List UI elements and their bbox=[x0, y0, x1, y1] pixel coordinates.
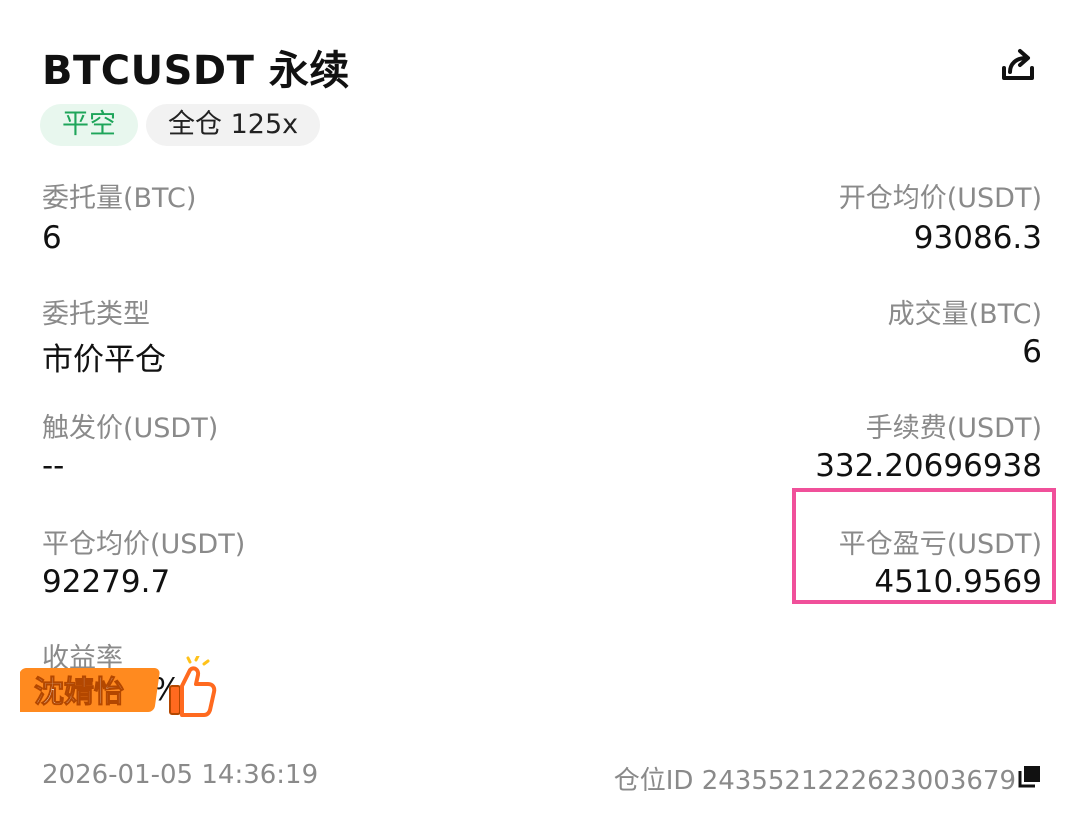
order-detail-card: BTCUSDT 永续 平空 全仓 125x 委托量(BTC) 6 开仓均价(US… bbox=[0, 0, 1084, 834]
side-badge: 平空 bbox=[40, 104, 138, 146]
trigger-price-label: 触发价(USDT) bbox=[42, 413, 219, 444]
order-qty-value: 6 bbox=[42, 220, 62, 256]
order-datetime: 2026-01-05 14:36:19 bbox=[42, 760, 319, 790]
fee-value: 332.20696938 bbox=[815, 448, 1042, 484]
open-avg-price-value: 93086.3 bbox=[913, 220, 1042, 256]
share-icon[interactable] bbox=[996, 44, 1040, 88]
pnl-highlight-box bbox=[792, 488, 1056, 604]
position-id: 仓位ID 2435521222623003679 bbox=[613, 766, 1016, 796]
thumbs-up-icon bbox=[169, 656, 217, 717]
trigger-price-value: -- bbox=[42, 448, 65, 484]
page-title: BTCUSDT 永续 bbox=[42, 48, 350, 94]
sticker-overlay: 沈婧怡 bbox=[20, 656, 217, 717]
close-avg-price-label: 平仓均价(USDT) bbox=[42, 529, 246, 560]
order-type-value: 市价平仓 bbox=[42, 342, 166, 378]
filled-qty-label: 成交量(BTC) bbox=[887, 299, 1042, 330]
order-type-label: 委托类型 bbox=[42, 299, 150, 330]
margin-badge: 全仓 125x bbox=[146, 104, 321, 146]
close-avg-price-value: 92279.7 bbox=[42, 564, 171, 600]
fee-label: 手续费(USDT) bbox=[865, 413, 1042, 444]
copy-icon[interactable] bbox=[1018, 766, 1040, 788]
badge-row: 平空 全仓 125x bbox=[40, 104, 321, 146]
open-avg-price-label: 开仓均价(USDT) bbox=[838, 183, 1042, 214]
filled-qty-value: 6 bbox=[1022, 334, 1042, 370]
order-qty-label: 委托量(BTC) bbox=[42, 183, 197, 214]
sticker-text: 沈婧怡 bbox=[34, 675, 124, 710]
